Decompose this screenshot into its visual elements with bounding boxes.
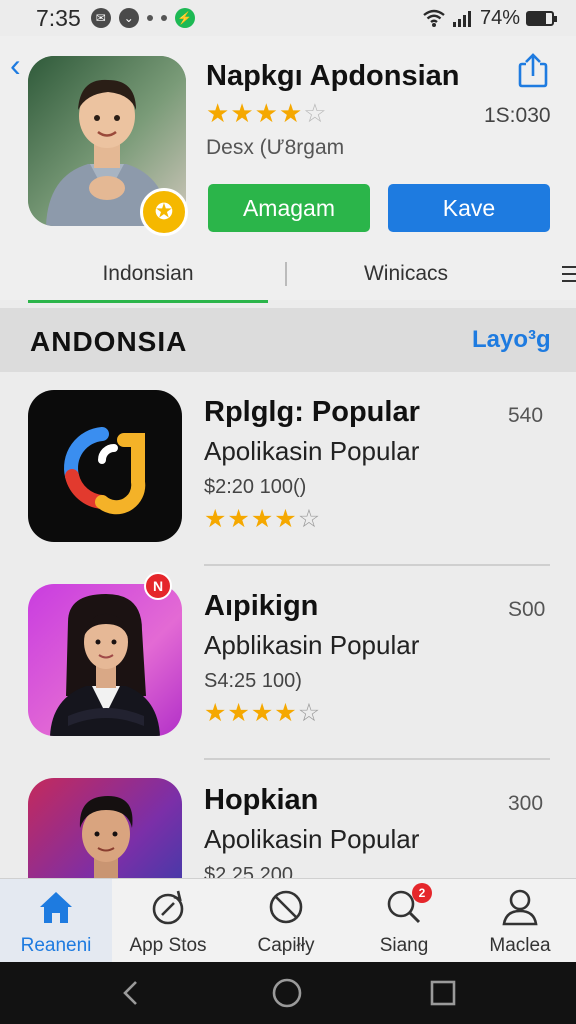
more-dot-icon bbox=[146, 15, 153, 21]
app-title: Hopkian bbox=[204, 784, 319, 816]
install-button[interactable]: Amagam bbox=[208, 184, 370, 232]
notification-badge: 2 bbox=[412, 883, 432, 903]
tab-winicacs[interactable]: Winicacs bbox=[300, 248, 512, 300]
nav-label: Capiłły bbox=[257, 935, 315, 956]
nav-item-capilly[interactable]: Capiłły bbox=[230, 879, 342, 963]
app-category: Apblikasin Popular bbox=[204, 630, 420, 660]
list-item[interactable]: Hopkian 300 Apolikasin Popular $2.25 200 bbox=[0, 760, 576, 878]
nav-label: App Stos bbox=[129, 935, 207, 956]
app-category: Apolikasin Popular bbox=[204, 824, 420, 854]
app-rating-stars: ★★★★☆ bbox=[204, 698, 321, 728]
home-icon bbox=[40, 892, 72, 923]
app-rating-stars: ★★★★☆ bbox=[206, 98, 328, 129]
system-nav-bar bbox=[0, 962, 576, 1024]
status-right: 74% bbox=[422, 6, 557, 30]
notification-icon: ⌄ bbox=[118, 8, 139, 28]
section-see-all-link[interactable]: Layo³g bbox=[472, 326, 551, 354]
user-icon bbox=[502, 889, 538, 926]
battery-icon bbox=[526, 10, 557, 26]
nav-label: Reaneni bbox=[20, 935, 92, 956]
status-bar: 7:35 ✉ ⌄ ⚡ 74% bbox=[0, 0, 576, 36]
app-price: S4:25 100) bbox=[204, 670, 302, 692]
app-rating-count: 1S:030 bbox=[484, 104, 551, 127]
app-price: $2:20 100() bbox=[204, 476, 307, 498]
nav-item-profile[interactable]: Maclea bbox=[464, 879, 576, 963]
nav-label: Maclea bbox=[489, 935, 551, 956]
star-empty-icon: ☆ bbox=[303, 98, 328, 128]
app-title: Aıpikign bbox=[204, 590, 319, 622]
star-filled-icon: ★ bbox=[274, 699, 298, 727]
star-filled-icon: ★ bbox=[204, 505, 228, 533]
home-nav-icon[interactable] bbox=[272, 978, 302, 1008]
app-count: S00 bbox=[508, 598, 546, 621]
app-count: 300 bbox=[508, 792, 544, 815]
share-icon[interactable] bbox=[516, 52, 550, 88]
menu-icon[interactable] bbox=[562, 266, 576, 282]
star-filled-icon: ★ bbox=[274, 505, 298, 533]
messenger-icon: ✉ bbox=[90, 8, 111, 28]
section-title: ANDONSIA bbox=[30, 326, 188, 357]
app-rating-stars: ★★★★☆ bbox=[204, 504, 321, 534]
app-list: Rplglg: Popular 540 Apolikasin Popular $… bbox=[0, 372, 576, 878]
tab-indicator bbox=[28, 300, 268, 303]
notification-icons: ✉ ⌄ ⚡ bbox=[90, 8, 195, 28]
star-filled-icon: ★ bbox=[278, 98, 304, 128]
tab-divider bbox=[285, 262, 287, 286]
star-filled-icon: ★ bbox=[227, 699, 251, 727]
app-title: Napkgı Apdonsian bbox=[206, 60, 460, 92]
star-filled-icon: ★ bbox=[250, 699, 275, 727]
battery-percent: 74% bbox=[479, 6, 520, 29]
app-icon bbox=[28, 584, 182, 736]
woman-portrait-image bbox=[50, 594, 160, 736]
app-price: $2.25 200 bbox=[204, 864, 293, 878]
status-time: 7:35 bbox=[36, 4, 81, 31]
star-filled-icon: ★ bbox=[230, 98, 255, 128]
wifi-icon bbox=[423, 9, 445, 27]
nav-item-home[interactable]: Reaneni bbox=[0, 879, 112, 963]
back-nav-icon[interactable] bbox=[116, 978, 146, 1008]
man-portrait-image bbox=[79, 796, 133, 878]
charging-icon: ⚡ bbox=[174, 8, 195, 28]
search-cancel-icon bbox=[269, 890, 303, 924]
star-filled-icon: ★ bbox=[206, 98, 231, 128]
section-header: ANDONSIA Layo³g bbox=[0, 308, 576, 372]
save-button[interactable]: Kave bbox=[388, 184, 550, 232]
signal-icon bbox=[452, 11, 471, 27]
star-empty-icon: ☆ bbox=[297, 505, 322, 533]
notification-badge-icon: N bbox=[144, 572, 172, 600]
bottom-nav: Reaneni App Stos Capiłły 2 Siang Maclea bbox=[0, 878, 576, 963]
star-empty-icon: ☆ bbox=[297, 699, 322, 727]
app-header: ‹ ✪ Napkgı Apdonsian ★★★★☆ 1S:030 Desx (… bbox=[0, 36, 576, 303]
nav-label: Siang bbox=[379, 935, 429, 956]
recents-nav-icon[interactable] bbox=[428, 978, 458, 1008]
battery-level bbox=[528, 12, 546, 24]
nav-item-app-store[interactable]: App Stos bbox=[112, 879, 224, 963]
list-item[interactable]: N Aıpikign S00 Apblikasin Popular S4:25 … bbox=[0, 566, 576, 760]
logo-icon bbox=[64, 427, 146, 515]
star-filled-icon: ★ bbox=[254, 98, 279, 128]
more-dot-icon bbox=[160, 15, 167, 21]
star-filled-icon: ★ bbox=[250, 505, 275, 533]
star-filled-icon: ★ bbox=[227, 505, 251, 533]
app-category: Apolikasin Popular bbox=[204, 436, 420, 466]
nav-item-siang[interactable]: 2 Siang bbox=[348, 879, 460, 963]
app-developer: Desx (Ư8rgam bbox=[206, 136, 345, 159]
star-filled-icon: ★ bbox=[204, 699, 228, 727]
app-store-icon bbox=[152, 890, 184, 925]
app-icon bbox=[28, 778, 182, 878]
app-icon bbox=[28, 390, 182, 542]
badge-icon: ✪ bbox=[140, 188, 188, 236]
list-item[interactable]: Rplglg: Popular 540 Apolikasin Popular $… bbox=[0, 372, 576, 566]
app-count: 540 bbox=[508, 404, 544, 427]
app-title: Rplglg: Popular bbox=[204, 396, 420, 428]
tab-indonsian[interactable]: Indonsian bbox=[28, 248, 268, 300]
